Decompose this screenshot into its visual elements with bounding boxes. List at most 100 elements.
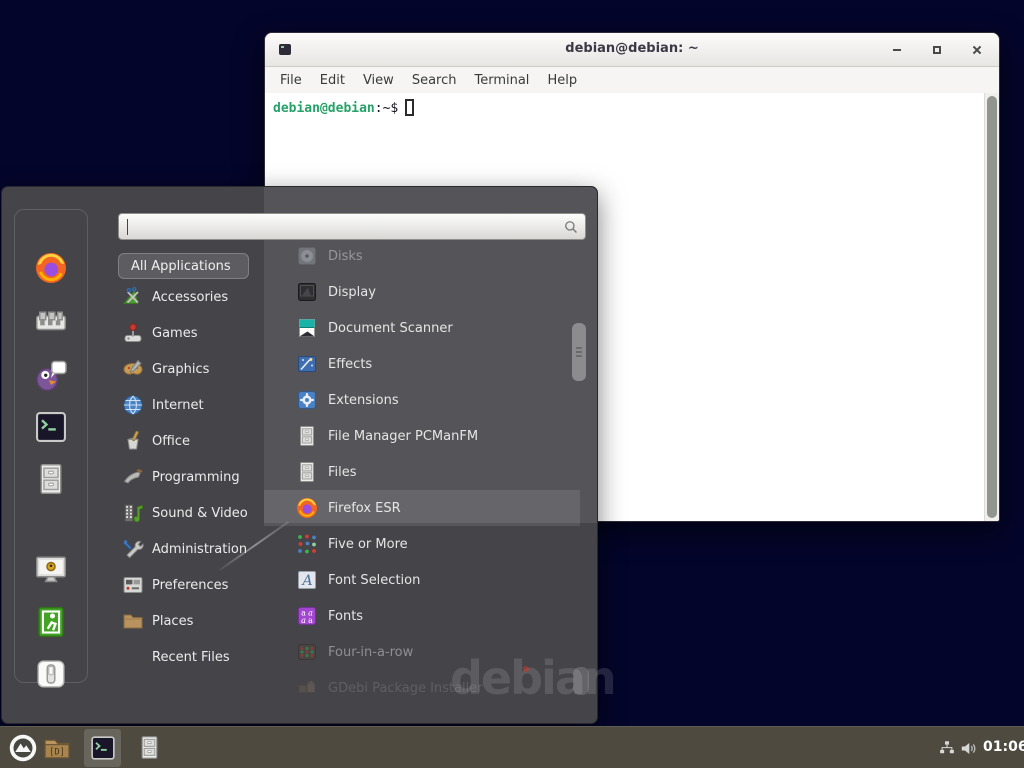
clock[interactable]: 01:06 — [983, 739, 1024, 755]
app-item-effects[interactable]: Effects — [264, 346, 580, 382]
category-label: Administration — [152, 542, 247, 557]
taskbar: [D] 01:06 — [0, 726, 1024, 768]
menu-scrollbar-end[interactable] — [573, 667, 589, 695]
terminal-menu-help[interactable]: Help — [538, 70, 586, 91]
gdebi-icon — [295, 676, 319, 700]
category-accessories[interactable]: Accessories — [121, 279, 271, 315]
close-button[interactable] — [969, 42, 985, 58]
terminal-menu-view[interactable]: View — [354, 70, 403, 91]
favorite-pidgin[interactable] — [33, 357, 69, 393]
category-recent-files[interactable]: Recent Files — [121, 639, 271, 675]
category-places[interactable]: Places — [121, 603, 271, 639]
taskbar-files[interactable] — [136, 734, 163, 761]
text-caret — [127, 219, 128, 235]
app-item-five-or-more[interactable]: Five or More — [264, 526, 580, 562]
category-office[interactable]: Office — [121, 423, 271, 459]
shut-down-icon — [33, 656, 69, 696]
svg-text:A: A — [300, 573, 312, 589]
effects-icon — [295, 352, 319, 376]
terminal-scrollbar[interactable] — [984, 93, 999, 521]
office-icon — [121, 429, 145, 453]
maximize-button[interactable] — [929, 42, 945, 58]
terminal-titlebar[interactable]: debian@debian: ~ — [265, 33, 999, 67]
category-preferences[interactable]: Preferences — [121, 567, 271, 603]
search-field[interactable] — [118, 213, 586, 240]
pidgin-icon — [33, 357, 69, 397]
favorite-terminal[interactable] — [33, 409, 69, 445]
lock-screen-icon — [33, 552, 69, 592]
category-label: Preferences — [152, 578, 228, 593]
accessories-icon — [121, 285, 145, 309]
app-label: Disks — [328, 249, 363, 264]
terminal-menu-file[interactable]: File — [271, 70, 311, 91]
app-item-file-manager-pcmanfm[interactable]: File Manager PCManFM — [264, 418, 580, 454]
app-item-four-in-a-row[interactable]: Four-in-a-row — [264, 634, 580, 670]
disks-icon — [295, 244, 319, 268]
category-sound-video[interactable]: Sound & Video — [121, 495, 271, 531]
app-label: File Manager PCManFM — [328, 429, 478, 444]
preferences-icon — [121, 573, 145, 597]
app-label: Four-in-a-row — [328, 645, 413, 660]
app-label: Font Selection — [328, 573, 420, 588]
games-icon — [121, 321, 145, 345]
category-all-applications[interactable]: All Applications — [118, 253, 249, 279]
category-label: Graphics — [152, 362, 209, 377]
taskbar-terminal-active[interactable] — [89, 734, 117, 762]
category-label: Office — [152, 434, 190, 449]
favorite-control-center[interactable] — [33, 304, 69, 340]
graphics-icon — [121, 357, 145, 381]
favorite-firefox[interactable] — [33, 250, 69, 286]
control-center-icon — [33, 304, 69, 344]
search-input[interactable] — [119, 214, 585, 239]
app-label: Files — [328, 465, 357, 480]
app-label: Firefox ESR — [328, 501, 401, 516]
favorite-lock-screen[interactable] — [33, 552, 69, 588]
cabinet-icon — [295, 460, 319, 484]
terminal-cursor — [405, 99, 414, 116]
app-item-gdebi-package-installer[interactable]: GDebi Package Installer — [264, 670, 580, 706]
terminal-menu-edit[interactable]: Edit — [311, 70, 354, 91]
terminal-menu-terminal[interactable]: Terminal — [465, 70, 538, 91]
volume-icon[interactable] — [959, 739, 978, 758]
five-or-more-icon — [295, 532, 319, 556]
app-item-document-scanner[interactable]: Document Scanner — [264, 310, 580, 346]
application-menu: debian All ApplicationsAccessoriesGamesG… — [1, 186, 598, 724]
app-item-files[interactable]: Files — [264, 454, 580, 490]
favorite-log-out[interactable] — [33, 604, 69, 640]
app-item-firefox-esr[interactable]: Firefox ESR — [264, 490, 580, 526]
prompt-user-host: debian@debian — [273, 101, 375, 116]
app-item-extensions[interactable]: Extensions — [264, 382, 580, 418]
svg-text:[D]: [D] — [49, 747, 65, 757]
desktop: debian@debian: ~ FileEditViewSearchTermi… — [0, 0, 1024, 768]
app-label: Document Scanner — [328, 321, 453, 336]
category-label: Programming — [152, 470, 240, 485]
favorite-file-manager[interactable] — [33, 461, 69, 497]
category-games[interactable]: Games — [121, 315, 271, 351]
category-programming[interactable]: Programming — [121, 459, 271, 495]
firefox-icon — [33, 250, 69, 290]
menu-scrollbar-thumb[interactable] — [572, 323, 586, 381]
app-label: Display — [328, 285, 376, 300]
sound-video-icon — [121, 501, 145, 525]
prompt-suffix: :~$ — [375, 101, 398, 116]
administration-icon — [121, 537, 145, 561]
network-icon[interactable] — [938, 739, 956, 757]
taskbar-desktop-folder[interactable]: [D] — [42, 734, 72, 764]
minimize-button[interactable] — [889, 42, 905, 58]
category-administration[interactable]: Administration — [121, 531, 271, 567]
app-label: GDebi Package Installer — [328, 681, 483, 696]
app-item-fonts[interactable]: aaaaFonts — [264, 598, 580, 634]
taskbar-menu[interactable] — [8, 733, 38, 763]
app-item-font-selection[interactable]: A Font Selection — [264, 562, 580, 598]
category-label: Accessories — [152, 290, 228, 305]
app-item-disks[interactable]: Disks — [264, 238, 580, 274]
search-icon — [562, 218, 580, 236]
app-item-display[interactable]: Display — [264, 274, 580, 310]
category-graphics[interactable]: Graphics — [121, 351, 271, 387]
favorite-shut-down[interactable] — [33, 656, 69, 692]
terminal-menu-search[interactable]: Search — [403, 70, 466, 91]
extensions-icon — [295, 388, 319, 412]
terminal-scrollbar-thumb[interactable] — [987, 96, 997, 518]
category-internet[interactable]: Internet — [121, 387, 271, 423]
document-scanner-icon — [295, 316, 319, 340]
